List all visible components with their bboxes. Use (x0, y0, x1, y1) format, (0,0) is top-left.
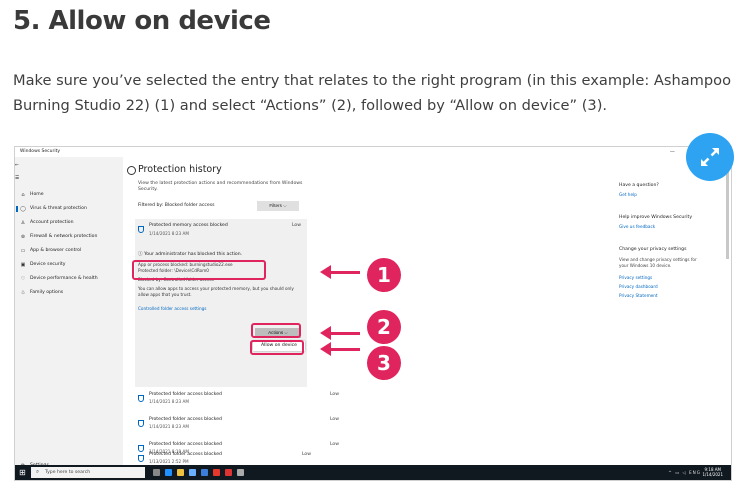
sidebar-item-label: Device performance & health (30, 276, 98, 281)
selected-entry[interactable]: Protected memory access blocked 1/14/202… (135, 219, 307, 387)
entry-severity: Low (329, 442, 339, 447)
search-icon: ⌕ (36, 469, 40, 475)
taskbar-clock[interactable]: 9:18 AM 1/14/2021 (702, 467, 723, 477)
callout-badge-1: 1 (367, 258, 401, 292)
sidebar: ← ☰ ⌂ Home ◯ Virus & threat protection ♙… (15, 157, 123, 469)
sidebar-item-label: Family options (30, 290, 64, 295)
privacy-dashboard-link[interactable]: Privacy dashboard (619, 284, 658, 289)
entry-title: Protected folder access blocked (149, 417, 222, 422)
history-icon (127, 166, 136, 175)
sidebar-item-label: Account protection (30, 220, 74, 225)
shield-icon (138, 395, 144, 402)
wifi-icon: ⊚ (20, 234, 26, 240)
page-title: 5. Allow on device (13, 6, 271, 36)
callout-arrow-2 (320, 326, 360, 340)
file-explorer-icon[interactable] (177, 469, 184, 476)
sidebar-item-virus-threat[interactable]: ◯ Virus & threat protection (15, 203, 123, 215)
question-heading: Have a question? (619, 183, 659, 188)
security-shield-icon[interactable] (237, 469, 244, 476)
sidebar-item-account[interactable]: ♙ Account protection (15, 217, 123, 229)
mail-icon[interactable] (201, 469, 208, 476)
home-icon: ⌂ (21, 192, 25, 198)
privacy-text: View and change privacy settings for you… (619, 257, 697, 268)
sidebar-item-label: Firewall & network protection (30, 234, 98, 239)
filter-label: Filtered by: Blocked folder access (138, 203, 215, 208)
sidebar-item-label: App & browser control (30, 248, 82, 253)
taskbar: ⊞ ⌕ Type here to search ^ ▭ ◁ ENG 9:18 A… (15, 465, 731, 480)
entry-severity: Low (291, 223, 301, 228)
callout-arrow-1 (320, 265, 360, 279)
window-titlebar: Windows Security (20, 149, 60, 154)
improve-heading: Help improve Windows Security (619, 215, 693, 220)
sidebar-item-device-security[interactable]: ▣ Device security (15, 259, 123, 271)
privacy-statement-link[interactable]: Privacy Statement (619, 293, 658, 298)
entry-severity: Low (329, 417, 339, 422)
allow-explanation: You can allow apps to access your protec… (138, 286, 294, 297)
expand-image-button[interactable] (686, 133, 734, 181)
sidebar-item-label: Device security (30, 262, 66, 267)
shield-icon: ◯ (20, 206, 26, 212)
device-icon: ▣ (20, 262, 26, 268)
task-view-icon[interactable] (153, 469, 160, 476)
edge-icon[interactable] (165, 469, 172, 476)
sidebar-item-app-browser[interactable]: ▭ App & browser control (15, 245, 123, 257)
entry-severity: Low (301, 452, 311, 457)
entry-title: Protected folder access blocked (149, 452, 222, 457)
heart-icon: ♡ (20, 276, 26, 282)
entry-date: 1/14/2021 8:23 AM (149, 231, 190, 236)
protection-history-panel: Protection history View the latest prote… (127, 157, 339, 479)
entry-severity: Low (329, 392, 339, 397)
highlight-allow (250, 340, 304, 355)
entry-date: 1/13/2021 2:52 PM (149, 459, 189, 464)
protection-history-description: View the latest protection actions and r… (138, 181, 303, 192)
highlight-actions (251, 323, 301, 338)
entry-date: 1/14/2021 8:23 AM (149, 399, 190, 404)
get-help-link[interactable]: Get help (619, 192, 637, 197)
person-icon: ♙ (20, 220, 26, 226)
back-icon[interactable]: ← (15, 160, 123, 172)
expand-icon (701, 148, 719, 166)
protection-history-title: Protection history (138, 164, 222, 175)
controlled-folder-settings-link[interactable]: Controlled folder access settings (138, 306, 207, 311)
menu-icon[interactable]: ☰ (15, 173, 123, 185)
sidebar-item-performance[interactable]: ♡ Device performance & health (15, 273, 123, 285)
shield-icon (138, 445, 144, 452)
shield-icon (138, 455, 144, 462)
sidebar-item-firewall[interactable]: ⊚ Firewall & network protection (15, 231, 123, 243)
callout-badge-2: 2 (367, 310, 401, 344)
sidebar-item-family[interactable]: ♧ Family options (15, 287, 123, 299)
app-icon[interactable] (213, 469, 220, 476)
taskbar-search[interactable]: ⌕ Type here to search (31, 467, 145, 478)
shield-icon (138, 420, 144, 427)
store-icon[interactable] (189, 469, 196, 476)
sidebar-item-home[interactable]: ⌂ Home (15, 189, 123, 201)
sidebar-item-label: Home (30, 192, 44, 197)
clock-date: 1/14/2021 (702, 472, 723, 477)
search-placeholder: Type here to search (45, 470, 91, 475)
callout-arrow-3 (320, 342, 360, 356)
admin-message-text: Your administrator has blocked this acti… (144, 252, 243, 257)
admin-message: ⓘ Your administrator has blocked this ac… (138, 252, 243, 257)
privacy-settings-link[interactable]: Privacy settings (619, 275, 652, 280)
system-tray[interactable]: ^ ▭ ◁ ENG (668, 465, 701, 480)
instruction-paragraph: Make sure you’ve selected the entry that… (13, 72, 732, 114)
shield-icon (138, 226, 144, 233)
highlight-entry (132, 260, 266, 280)
entry-title: Protected folder access blocked (149, 442, 222, 447)
windows-start-icon[interactable]: ⊞ (19, 468, 26, 477)
burning-studio-icon[interactable] (225, 469, 232, 476)
browser-icon: ▭ (20, 248, 26, 254)
privacy-heading: Change your privacy settings (619, 247, 687, 252)
sidebar-item-label: Virus & threat protection (30, 206, 87, 211)
entry-title: Protected memory access blocked (149, 223, 228, 228)
filters-button[interactable]: Filters ⌵ (257, 201, 299, 211)
feedback-link[interactable]: Give us feedback (619, 224, 655, 229)
callout-badge-3: 3 (367, 346, 401, 380)
family-icon: ♧ (20, 290, 26, 296)
entry-title: Protected folder access blocked (149, 392, 222, 397)
entry-date: 1/14/2021 8:23 AM (149, 424, 190, 429)
